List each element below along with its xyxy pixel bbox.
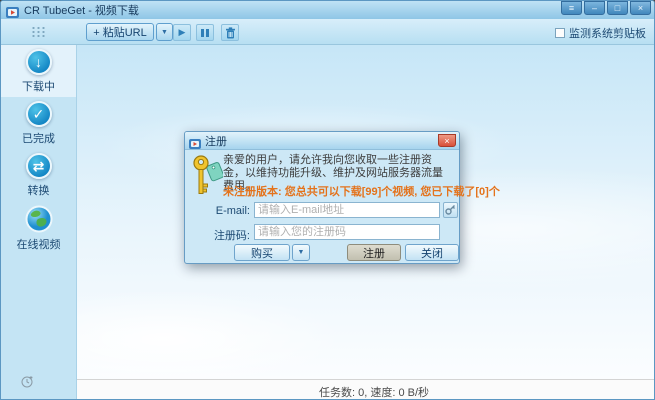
- check-icon: ✓: [26, 101, 52, 127]
- regcode-input[interactable]: [254, 224, 440, 240]
- window-title: CR TubeGet - 视频下载: [24, 2, 139, 18]
- app-window: CR TubeGet - 视频下载 ≡ – □ × + 粘贴URL ▼ ▶: [0, 0, 655, 400]
- play-icon: ▶: [179, 27, 186, 38]
- dialog-app-icon: [189, 136, 201, 146]
- dialog-close-icon[interactable]: ×: [438, 134, 456, 147]
- small-key-icon: [445, 204, 456, 215]
- regcode-label: 注册码:: [208, 227, 250, 243]
- email-label: E-mail:: [208, 205, 250, 217]
- trash-icon: [225, 27, 236, 39]
- checkbox-box[interactable]: [555, 28, 565, 38]
- buy-dropdown-button[interactable]: ▼: [292, 244, 310, 261]
- buy-button[interactable]: 购买: [234, 244, 290, 261]
- titlebar: CR TubeGet - 视频下载 ≡ – □ ×: [1, 1, 654, 19]
- minimize-button[interactable]: –: [584, 1, 605, 15]
- pause-download-button[interactable]: [196, 24, 214, 41]
- download-icon: ↓: [26, 49, 52, 75]
- paste-url-button[interactable]: + 粘贴URL: [86, 23, 154, 41]
- delete-task-button[interactable]: [221, 24, 239, 41]
- convert-icon: ⇄: [26, 153, 52, 179]
- statusbar: 任务数: 0, 速度: 0 B/秒: [77, 379, 654, 399]
- register-button[interactable]: 注册: [347, 244, 401, 261]
- sidebar: ↓ 下载中 ✓ 已完成 ⇄ 转换: [1, 45, 77, 399]
- status-text: 任务数: 0, 速度: 0 B/秒: [319, 384, 429, 400]
- sidebar-item-downloading[interactable]: ↓ 下载中: [1, 45, 76, 97]
- key-lookup-button[interactable]: [443, 202, 458, 218]
- sidebar-item-convert[interactable]: ⇄ 转换: [1, 149, 76, 201]
- window-menu-button[interactable]: ≡: [561, 1, 582, 15]
- sidebar-item-completed[interactable]: ✓ 已完成: [1, 97, 76, 149]
- close-button[interactable]: ×: [630, 1, 651, 15]
- maximize-button[interactable]: □: [607, 1, 628, 15]
- email-input[interactable]: [254, 202, 440, 218]
- dialog-close-button[interactable]: 关闭: [405, 244, 459, 261]
- pause-icon: [201, 29, 204, 37]
- register-dialog: 注册 × 亲爱的用户，请允许我向您收取一些注册资金，以维持功能升级、维护及网站服…: [184, 131, 460, 264]
- app-icon: [6, 5, 19, 16]
- checkbox-label: 监测系统剪贴板: [569, 25, 646, 41]
- dialog-title: 注册: [205, 133, 227, 149]
- globe-icon: [25, 205, 53, 233]
- dialog-titlebar: 注册 ×: [185, 132, 459, 150]
- paste-url-dropdown-button[interactable]: ▼: [156, 23, 173, 41]
- toolbar: + 粘贴URL ▼ ▶ 监测系统剪贴板: [1, 19, 654, 45]
- key-tag-icon: [193, 154, 223, 203]
- dialog-unregistered-notice: 未注册版本: 您总共可以下载[99]个视频, 您已下载了[0]个: [223, 183, 455, 199]
- scheduler-clock-icon[interactable]: [21, 375, 33, 393]
- sidebar-item-online-video[interactable]: 在线视频: [1, 201, 76, 253]
- drag-grip-icon[interactable]: [31, 26, 46, 39]
- window-controls: ≡ – □ ×: [561, 1, 651, 15]
- start-download-button[interactable]: ▶: [173, 24, 191, 41]
- monitor-clipboard-checkbox[interactable]: 监测系统剪贴板: [555, 25, 646, 41]
